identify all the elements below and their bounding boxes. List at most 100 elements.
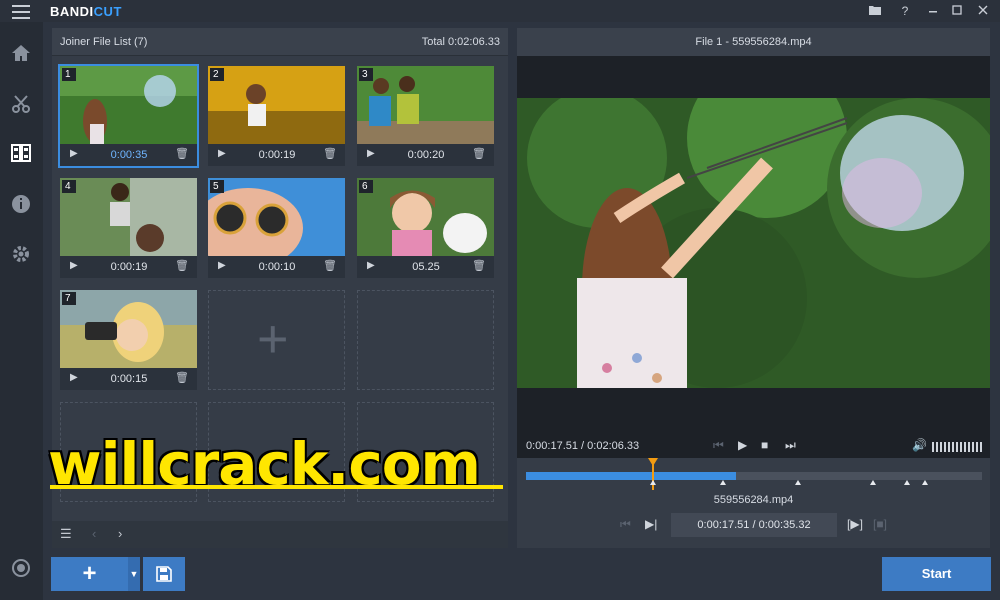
file-tile[interactable]: 5 ▶ 0:00:10 🗑: [208, 178, 345, 278]
tile-number: 2: [210, 68, 224, 81]
tile-duration: 0:00:19: [258, 149, 296, 161]
play-icon[interactable]: ▶: [738, 438, 747, 452]
segment-marker[interactable]: [650, 480, 656, 485]
tile-duration: 0:00:10: [258, 261, 296, 273]
segment-marker[interactable]: [795, 480, 801, 485]
preview-header: File 1 - 559556284.mp4: [517, 28, 990, 56]
play-icon[interactable]: ▶: [70, 372, 78, 383]
file-list-title: Joiner File List (7): [60, 36, 148, 48]
play-icon[interactable]: ▶: [70, 260, 78, 271]
add-file-slot[interactable]: +: [208, 290, 345, 390]
video-preview[interactable]: [517, 56, 990, 458]
thumbnail: [357, 66, 494, 144]
volume-slider[interactable]: [932, 442, 984, 452]
help-icon[interactable]: ?: [896, 3, 914, 19]
record-icon[interactable]: [10, 558, 32, 580]
timeline-progress: [526, 472, 736, 480]
current-filename: 559556284.mp4: [713, 494, 794, 506]
file-tile[interactable]: 1 ▶ 0:00:35 🗑: [58, 64, 199, 168]
time-readout: 0:00:17.51 / 0:02:06.33: [526, 440, 640, 452]
trash-icon[interactable]: 🗑: [323, 147, 337, 160]
file-tile[interactable]: 6 ▶ 05.25 🗑: [357, 178, 494, 278]
file-tile[interactable]: 4 ▶ 0:00:19 🗑: [60, 178, 197, 278]
segment-time: 0:00:17.51 / 0:00:35.32: [671, 513, 837, 537]
tile-duration: 0:00:35: [110, 149, 148, 161]
trash-icon[interactable]: 🗑: [175, 147, 189, 160]
thumbnail: [60, 290, 197, 368]
next-segment-icon[interactable]: [■]: [873, 517, 887, 531]
hamburger-menu-icon[interactable]: [12, 5, 30, 19]
playback-controls: 0:00:17.51 / 0:02:06.33 ⏮ ▶ ■ ⏭ 🔊: [517, 434, 990, 462]
trash-icon[interactable]: 🗑: [323, 259, 337, 272]
side-rail: [0, 22, 43, 600]
save-list-icon[interactable]: [143, 557, 185, 591]
file-list-footer: ☰ ‹ ›: [52, 521, 508, 548]
add-plus-icon: +: [257, 309, 289, 369]
home-icon[interactable]: [10, 44, 32, 66]
file-list-header: Joiner File List (7) Total 0:02:06.33: [52, 28, 508, 56]
maximize-icon[interactable]: [948, 3, 966, 19]
trash-icon[interactable]: 🗑: [175, 371, 189, 384]
add-dropdown-icon[interactable]: ▼: [128, 557, 140, 591]
tile-bar: ▶ 0:00:20 🗑: [357, 144, 494, 166]
tile-duration: 05.25: [412, 261, 440, 273]
play-icon[interactable]: ▶: [70, 148, 78, 159]
prev-page-icon[interactable]: ‹: [92, 526, 96, 541]
settings-icon[interactable]: [10, 244, 32, 266]
tile-number: 1: [62, 68, 76, 81]
next-frame-icon[interactable]: ⏭: [785, 438, 796, 453]
minimize-icon[interactable]: [924, 3, 942, 19]
tile-duration: 0:00:19: [110, 261, 148, 273]
prev-segment-icon[interactable]: ⏮: [620, 517, 631, 532]
play-icon[interactable]: ▶: [218, 148, 226, 159]
thumbnail: [60, 66, 197, 144]
file-tile[interactable]: 2 ▶ 0:00:19 🗑: [208, 66, 345, 166]
video-frame: [517, 98, 990, 388]
clear-list-icon[interactable]: ☰: [60, 526, 72, 542]
next-page-icon[interactable]: ›: [118, 526, 122, 541]
segment-marker[interactable]: [870, 480, 876, 485]
tile-bar: ▶ 0:00:19 🗑: [60, 256, 197, 278]
bottom-bar: + ▼ Start: [43, 551, 1000, 600]
tile-bar: ▶ 0:00:15 🗑: [60, 368, 197, 390]
folder-icon[interactable]: [866, 3, 884, 19]
close-icon[interactable]: [974, 3, 992, 19]
segment-marker[interactable]: [922, 480, 928, 485]
prev-frame-icon[interactable]: ⏮: [713, 438, 724, 453]
joiner-icon[interactable]: [10, 144, 32, 166]
thumbnail: [357, 178, 494, 256]
tile-number: 6: [359, 180, 373, 193]
start-button[interactable]: Start: [882, 557, 991, 591]
watermark-underline: [50, 485, 503, 489]
cut-icon[interactable]: [10, 94, 32, 116]
volume-icon[interactable]: 🔊: [912, 438, 927, 452]
stop-icon[interactable]: ■: [761, 438, 768, 452]
timeline-track[interactable]: [526, 472, 982, 480]
trash-icon[interactable]: 🗑: [472, 259, 486, 272]
play-icon[interactable]: ▶: [367, 148, 375, 159]
thumbnail: [208, 66, 345, 144]
segment-end-icon[interactable]: [▶]: [847, 517, 863, 531]
tile-number: 5: [210, 180, 224, 193]
empty-slot: [357, 290, 494, 390]
preview-panel: File 1 - 559556284.mp4 0:00:17.51 / 0:02…: [517, 28, 990, 548]
tile-number: 7: [62, 292, 76, 305]
add-file-button[interactable]: +: [51, 557, 128, 591]
playhead[interactable]: [648, 458, 658, 490]
tile-duration: 0:00:15: [110, 373, 148, 385]
thumbnail: [60, 178, 197, 256]
tile-number: 3: [359, 68, 373, 81]
tile-bar: ▶ 0:00:35 🗑: [60, 144, 197, 166]
trash-icon[interactable]: 🗑: [175, 259, 189, 272]
tile-bar: ▶ 05.25 🗑: [357, 256, 494, 278]
segment-marker[interactable]: [904, 480, 910, 485]
segment-marker[interactable]: [720, 480, 726, 485]
thumbnail: [208, 178, 345, 256]
segment-start-icon[interactable]: ▶|: [645, 517, 657, 531]
play-icon[interactable]: ▶: [218, 260, 226, 271]
play-icon[interactable]: ▶: [367, 260, 375, 271]
trash-icon[interactable]: 🗑: [472, 147, 486, 160]
info-icon[interactable]: [10, 194, 32, 216]
file-tile[interactable]: 3 ▶ 0:00:20 🗑: [357, 66, 494, 166]
file-tile[interactable]: 7 ▶ 0:00:15 🗑: [60, 290, 197, 390]
